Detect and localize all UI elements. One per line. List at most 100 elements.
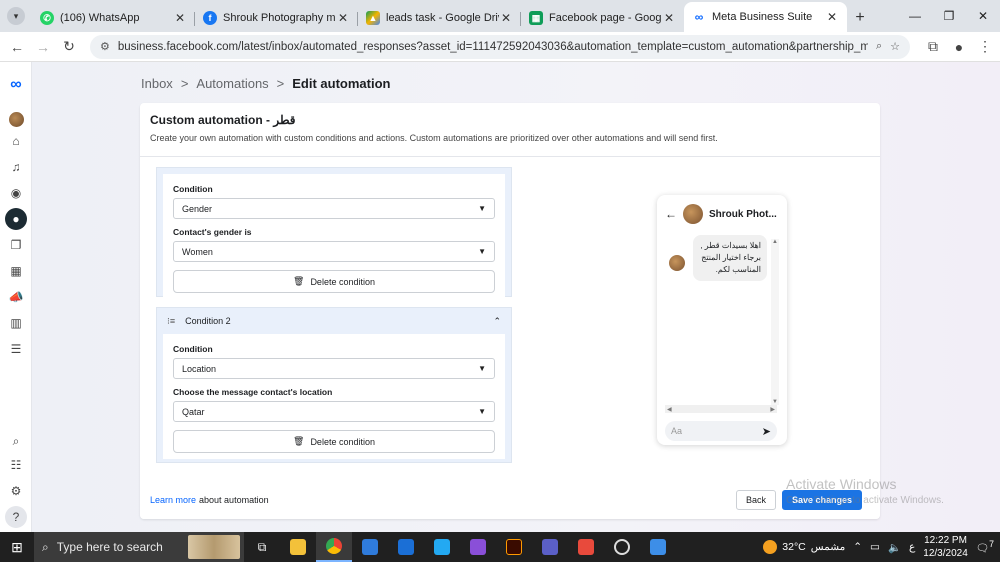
close-icon[interactable]: ✕ (173, 11, 187, 25)
profile-icon[interactable]: ● (946, 34, 972, 60)
site-info-icon[interactable]: ⚙ (100, 40, 110, 53)
browser-tab-drive[interactable]: ▲ leads task - Google Drive ✕ (358, 4, 521, 32)
file-explorer-icon[interactable] (280, 532, 316, 562)
facebook-icon: f (203, 11, 217, 25)
browser-tab-meta[interactable]: ∞ Meta Business Suite ✕ (684, 2, 847, 32)
scroll-left-icon[interactable]: ◀ (667, 406, 672, 413)
list-icon[interactable]: ☷ (5, 454, 27, 476)
account-avatar[interactable] (5, 108, 27, 130)
task-view-icon[interactable]: ⧉ (244, 532, 280, 562)
condition-2-header[interactable]: ⁝≡ Condition 2 ⌃ (157, 308, 511, 334)
search-icon[interactable]: ⌕ (5, 430, 27, 452)
ads-megaphone-icon[interactable]: 📣 (5, 286, 27, 308)
caret-down-icon: ▼ (478, 407, 486, 416)
system-tray: 32°C مشمس ⌃ ▭ 🔈 ع 12:22 PM 12/3/2024 🗨7 (763, 532, 1000, 562)
close-window-button[interactable]: ✕ (966, 0, 1000, 32)
reload-icon[interactable]: ↻ (56, 34, 82, 60)
compass-icon[interactable]: ◉ (5, 182, 27, 204)
message-composer[interactable]: Aa ➤ (665, 421, 777, 441)
condition-2-panel: ⁝≡ Condition 2 ⌃ Condition Location ▼ Ch… (156, 307, 512, 463)
close-icon[interactable]: ✕ (662, 11, 676, 25)
visual-studio-icon[interactable] (460, 532, 496, 562)
chevron-up-icon[interactable]: ⌃ (493, 316, 501, 327)
browser-tab-sheets[interactable]: ▦ Facebook page - Google Sh ✕ (521, 4, 684, 32)
condition-label: Condition (173, 184, 213, 194)
preview-messages[interactable]: اهلا بسيدات قطر , برجاء اختيار المنتج ال… (665, 233, 777, 393)
condition-type-select[interactable]: Gender ▼ (173, 198, 495, 219)
drag-handle-icon[interactable]: ⁝≡ (167, 316, 175, 327)
tab-title: Meta Business Suite (712, 11, 813, 23)
close-icon[interactable]: ✕ (499, 11, 513, 25)
inbox-chat-icon[interactable]: ● (5, 208, 27, 230)
forward-arrow-icon[interactable]: → (30, 34, 56, 60)
breadcrumb-separator: > (180, 76, 189, 91)
menu-kebab-icon[interactable]: ⋮ (972, 34, 998, 60)
back-arrow-icon[interactable]: ← (4, 34, 30, 60)
close-icon[interactable]: ✕ (825, 10, 839, 24)
select-value: Women (182, 246, 213, 257)
network-icon[interactable]: ▭ (870, 541, 880, 553)
condition-1-panel: Condition Gender ▼ Contact's gender is W… (156, 167, 512, 299)
home-icon[interactable]: ⌂ (5, 130, 27, 152)
address-bar[interactable]: ⚙ business.facebook.com/latest/inbox/aut… (90, 34, 910, 59)
whatsapp-icon: ✆ (40, 11, 54, 25)
zoom-icon[interactable]: ⌕ (876, 40, 882, 53)
windows-taskbar: ⊞ ⌕ Type here to search ⧉ 32°C مشمس ⌃ ▭ … (0, 532, 1000, 562)
teams-icon[interactable] (532, 532, 568, 562)
delete-condition-button[interactable]: 🗑 Delete condition (173, 430, 495, 453)
new-tab-button[interactable]: + (847, 4, 873, 32)
condition-1-body: Condition Gender ▼ Contact's gender is W… (163, 174, 505, 299)
circle-app-icon[interactable] (604, 532, 640, 562)
menu-lines-icon[interactable]: ☰ (5, 338, 27, 360)
search-icon: ⌕ (42, 539, 49, 554)
browser-tab-facebook[interactable]: f Shrouk Photography messag ✕ (195, 4, 358, 32)
content-icon[interactable]: ❐ (5, 234, 27, 256)
restore-button[interactable]: ❐ (932, 0, 966, 32)
help-icon[interactable]: ? (5, 506, 27, 528)
paint-app-icon[interactable] (568, 532, 604, 562)
mail-icon[interactable] (388, 532, 424, 562)
scroll-up-icon[interactable]: ▲ (771, 239, 779, 245)
gear-icon[interactable]: ⚙ (5, 480, 27, 502)
horizontal-scrollbar[interactable]: ◀ ▶ (665, 405, 777, 413)
close-icon[interactable]: ✕ (336, 11, 350, 25)
insights-chart-icon[interactable]: ▥ (5, 312, 27, 334)
extensions-icon[interactable]: ⧉ (920, 34, 946, 60)
notifications-icon[interactable]: 🗨7 (976, 539, 994, 555)
bookmark-star-icon[interactable]: ☆ (890, 40, 900, 53)
calendar-grid-icon[interactable]: ▦ (5, 260, 27, 282)
breadcrumb-inbox[interactable]: Inbox (141, 76, 173, 91)
scroll-right-icon[interactable]: ▶ (770, 406, 775, 413)
volume-icon[interactable]: 🔈 (888, 541, 901, 554)
input-language[interactable]: ع (909, 541, 915, 553)
browser-tab-whatsapp[interactable]: ✆ (106) WhatsApp ✕ (32, 4, 195, 32)
delete-condition-button[interactable]: 🗑 Delete condition (173, 270, 495, 293)
windows-start-icon[interactable]: ⊞ (0, 532, 34, 562)
breadcrumb-automations[interactable]: Automations (196, 76, 268, 91)
tab-search-button[interactable]: ▾ (0, 0, 32, 32)
chevron-up-icon[interactable]: ⌃ (853, 541, 862, 553)
meta-logo-icon[interactable]: ∞ (5, 74, 27, 96)
back-button[interactable]: Back (735, 490, 776, 510)
send-icon[interactable]: ➤ (762, 425, 771, 438)
chrome-icon[interactable] (316, 532, 352, 562)
learn-more-link[interactable]: Learn more (150, 495, 196, 505)
location-select[interactable]: Qatar ▼ (173, 401, 495, 422)
chevron-down-icon: ▾ (7, 7, 25, 25)
vscode-icon[interactable] (424, 532, 460, 562)
weather-widget[interactable]: 32°C مشمس (763, 540, 845, 554)
photos-icon[interactable] (640, 532, 676, 562)
minimize-button[interactable]: — (898, 0, 932, 32)
caret-down-icon: ▼ (478, 364, 486, 373)
clock[interactable]: 12:22 PM 12/3/2024 (923, 534, 968, 560)
meta-nav-rail: ∞ ⌂ ♫ ◉ ● ❐ ▦ 📣 ▥ ☰ ⌕ ☷ ⚙ ? (0, 62, 32, 532)
taskbar-search[interactable]: ⌕ Type here to search (34, 532, 244, 562)
store-icon[interactable] (352, 532, 388, 562)
condition-type-select[interactable]: Location ▼ (173, 358, 495, 379)
vertical-scrollbar[interactable]: ▲ ▼ (771, 239, 779, 405)
automation-title: Custom automation - قطر (150, 113, 296, 127)
bell-icon[interactable]: ♫ (5, 156, 27, 178)
illustrator-icon[interactable] (496, 532, 532, 562)
gender-select[interactable]: Women ▼ (173, 241, 495, 262)
notification-count: 7 (989, 539, 994, 550)
